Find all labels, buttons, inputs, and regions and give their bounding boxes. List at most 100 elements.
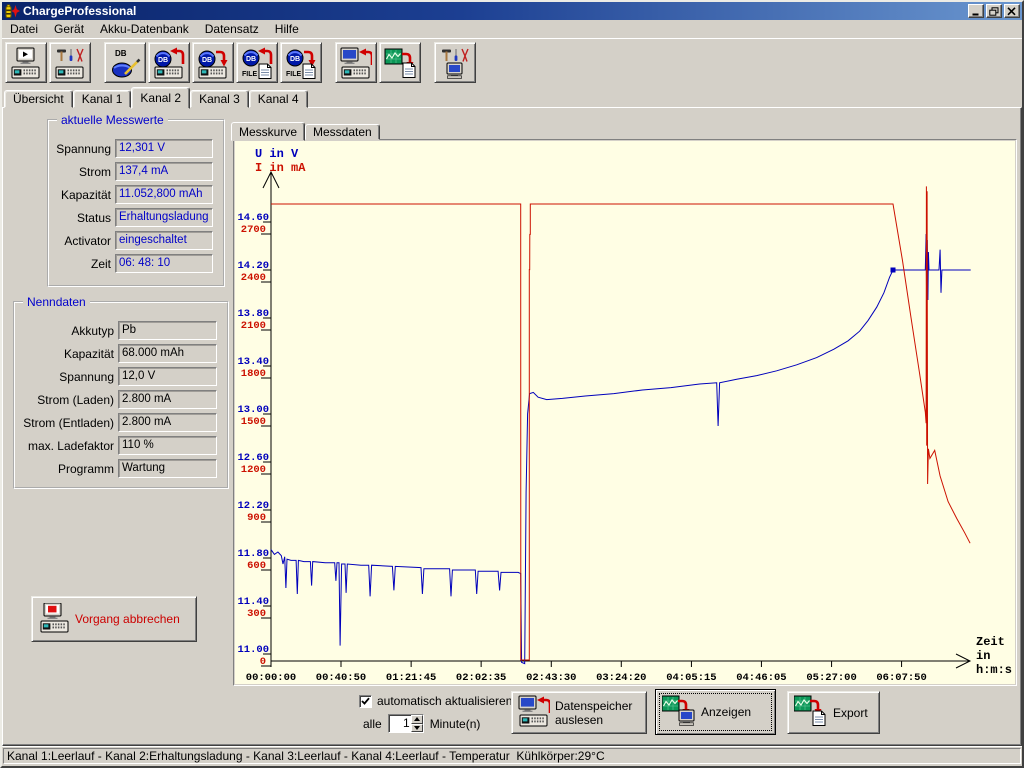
device-setup-icon (54, 47, 86, 79)
interval-value[interactable]: 1 (389, 715, 411, 732)
nenndaten-value-strom-laden-: 2.800 mA (118, 390, 217, 409)
interval-prefix-label: alle (363, 717, 382, 731)
status-text: Kanal 1:Leerlauf - Kanal 2:Erhaltungslad… (3, 748, 1021, 764)
interval-row: alle 1 Minute(n) (363, 714, 480, 733)
menu-akku-datenbank[interactable]: Akku-Datenbank (92, 20, 197, 38)
svg-text:DB: DB (246, 56, 256, 63)
tab-kanal-3[interactable]: Kanal 3 (190, 90, 249, 108)
tab-messdaten[interactable]: Messdaten (305, 124, 380, 140)
nenndaten-value-kapazit-t: 68.000 mAh (118, 344, 217, 363)
file-to-db-icon: DB FILE (241, 47, 273, 79)
start-icon (10, 47, 42, 79)
nenndaten-row-programm: ProgrammWartung (19, 457, 227, 480)
window-title: ChargeProfessional (23, 4, 136, 18)
svg-text:02:02:35: 02:02:35 (456, 672, 506, 684)
svg-text:DB: DB (158, 57, 168, 64)
svg-text:FILE: FILE (286, 71, 301, 78)
messwerte-row-zeit: Zeit 06: 48: 10 (53, 252, 223, 275)
toolbar-start-button[interactable] (5, 42, 47, 83)
toolbar-db-to-device-button[interactable]: DB (148, 42, 190, 83)
nenndaten-row-max-ladefaktor: max. Ladefaktor110 % (19, 434, 227, 457)
export-button[interactable]: Export (787, 691, 880, 734)
nenndaten-label-strom-laden-: Strom (Laden) (19, 393, 114, 407)
window-controls (968, 4, 1020, 18)
nenndaten-groupbox: Nenndaten AkkutypPbKapazität68.000 mAhSp… (13, 301, 229, 489)
svg-text:DB: DB (202, 57, 212, 64)
svg-text:03:24:20: 03:24:20 (596, 672, 646, 684)
messwerte-value-spannung: 12,301 V (115, 139, 213, 158)
messwerte-row-strom: Strom 137,4 mA (53, 160, 223, 183)
chart-tab-bar: MesskurveMessdaten (231, 120, 380, 140)
svg-text:in: in (976, 649, 990, 663)
menu-bar: DateiGerätAkku-DatenbankDatensatzHilfe (2, 20, 1022, 38)
messwerte-label-strom: Strom (53, 165, 111, 179)
kanal2-tab-page: aktuelle Messwerte Spannung12,301 VStrom… (2, 107, 1022, 746)
toolbar: DB DB DB DBFILE DBFILE (2, 38, 1022, 86)
messwerte-label-zeit: Zeit (53, 257, 111, 271)
spinner-down-button[interactable] (411, 724, 423, 733)
tab--bersicht[interactable]: Übersicht (4, 90, 73, 108)
toolbar-curve-export-button[interactable] (379, 42, 421, 83)
export-label: Export (833, 706, 868, 720)
messwerte-row-kapazit-t: Kapazität11.052,800 mAh (53, 183, 223, 206)
nenndaten-value-spannung: 12,0 V (118, 367, 217, 386)
readout-icon (518, 695, 550, 730)
menu-hilfe[interactable]: Hilfe (267, 20, 307, 38)
abort-label: Vorgang abbrechen (75, 612, 180, 626)
nenndaten-label-max-ladefaktor: max. Ladefaktor (19, 439, 114, 453)
nenndaten-label-spannung: Spannung (19, 370, 114, 384)
toolbar-file-to-db-button[interactable]: DB FILE (236, 42, 278, 83)
close-button[interactable] (1004, 4, 1020, 18)
abort-button[interactable]: Vorgang abbrechen (31, 596, 197, 642)
messwerte-groupbox: aktuelle Messwerte Spannung12,301 VStrom… (47, 119, 225, 287)
messwerte-value-status: Erhaltungsladung (115, 208, 213, 227)
menu-ger-t[interactable]: Gerät (46, 20, 92, 38)
nenndaten-row-strom-laden-: Strom (Laden) 2.800 mA (19, 388, 227, 411)
toolbar-pc-setup-button[interactable] (434, 42, 476, 83)
toolbar-db-to-file-button[interactable]: DBFILE (280, 42, 322, 83)
nenndaten-row-strom-entladen-: Strom (Entladen)2.800 mA (19, 411, 227, 434)
datenspeicher-auslesen-button[interactable]: Datenspeicher auslesen (511, 691, 647, 734)
menu-datei[interactable]: Datei (2, 20, 46, 38)
interval-spinner[interactable]: 1 (388, 714, 424, 733)
messwerte-row-spannung: Spannung12,301 V (53, 137, 223, 160)
minimize-button[interactable] (968, 4, 984, 18)
tab-kanal-4[interactable]: Kanal 4 (249, 90, 308, 108)
device-to-db-icon: DB (197, 47, 229, 79)
toolbar-device-to-db-button[interactable]: DB (192, 42, 234, 83)
menu-datensatz[interactable]: Datensatz (197, 20, 267, 38)
messwerte-value-activator: eingeschaltet (115, 231, 213, 250)
nenndaten-title: Nenndaten (23, 295, 90, 309)
messwerte-value-zeit: 06: 48: 10 (115, 254, 213, 273)
chart-panel: U in VI in mAZeitinh:m:s14.6014.2013.801… (233, 139, 1017, 686)
svg-text:04:05:15: 04:05:15 (666, 672, 716, 684)
anzeigen-button[interactable]: Anzeigen (655, 689, 776, 735)
messwerte-label-status: Status (53, 211, 111, 225)
tab-messkurve[interactable]: Messkurve (231, 122, 305, 141)
anzeigen-label: Anzeigen (701, 705, 751, 719)
curve-to-doc-icon (384, 47, 416, 79)
toolbar-readout-button[interactable] (335, 42, 377, 83)
tab-kanal-2[interactable]: Kanal 2 (131, 87, 190, 109)
svg-text:06:07:50: 06:07:50 (876, 672, 926, 684)
messwerte-value-strom: 137,4 mA (115, 162, 213, 181)
svg-text:DB: DB (115, 49, 127, 58)
messkurve-chart: U in VI in mAZeitinh:m:s14.6014.2013.801… (235, 141, 1015, 684)
nenndaten-label-kapazit-t: Kapazität (19, 347, 114, 361)
svg-text:FILE: FILE (242, 71, 257, 78)
tab-kanal-1[interactable]: Kanal 1 (73, 90, 132, 108)
nenndaten-label-programm: Programm (19, 462, 114, 476)
toolbar-db-edit-button[interactable]: DB (104, 42, 146, 83)
spinner-up-button[interactable] (411, 715, 423, 724)
db-to-file-icon: DBFILE (285, 47, 317, 79)
auto-update-label: automatisch aktualisieren (377, 694, 512, 708)
auto-update-checkbox[interactable] (359, 695, 372, 708)
auto-update-row: automatisch aktualisieren (359, 694, 512, 708)
toolbar-device-setup-button[interactable] (49, 42, 91, 83)
svg-text:I in mA: I in mA (255, 161, 306, 175)
abort-icon (38, 603, 70, 635)
restore-button[interactable] (986, 4, 1002, 18)
svg-text:Zeit: Zeit (976, 635, 1005, 649)
export-icon (794, 695, 828, 727)
read-label-line2: auslesen (555, 713, 603, 727)
